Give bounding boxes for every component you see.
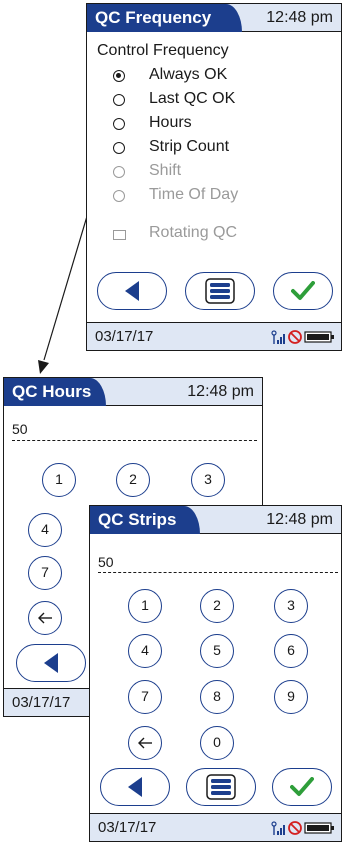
option-label: Strip Count [149, 138, 230, 155]
backspace-key[interactable] [128, 726, 162, 760]
wireless-signal-icon [271, 821, 285, 835]
backspace-arrow-icon [138, 737, 152, 749]
backspace-key[interactable] [28, 601, 62, 635]
key-1[interactable]: 1 [128, 589, 162, 623]
status-date: 03/17/17 [12, 694, 71, 711]
key-5[interactable]: 5 [200, 634, 234, 668]
header-bar: QC Hours 12:48 pm [4, 378, 262, 406]
checkbox-disabled-icon [113, 230, 126, 240]
checkmark-icon [291, 281, 315, 300]
checkbox-label: Rotating QC [149, 224, 238, 241]
status-date: 03/17/17 [95, 328, 154, 345]
input-underline [98, 572, 338, 573]
battery-icon [304, 331, 334, 343]
wireless-signal-icon [271, 330, 285, 344]
key-2[interactable]: 2 [200, 589, 234, 623]
key-2[interactable]: 2 [116, 463, 150, 497]
option-label: Shift [149, 162, 182, 179]
input-underline [12, 440, 257, 441]
status-bar: 03/17/17 [87, 322, 341, 350]
radio-icon [113, 94, 125, 106]
radio-icon [113, 142, 125, 154]
key-6[interactable]: 6 [274, 634, 308, 668]
menu-list-icon [206, 774, 236, 800]
header-bar: QC Frequency 12:48 pm [87, 4, 341, 32]
key-4[interactable]: 4 [28, 513, 62, 547]
screen-title: QC Frequency [87, 4, 242, 32]
clock-time: 12:48 pm [187, 383, 254, 400]
key-9[interactable]: 9 [274, 680, 308, 714]
menu-button[interactable] [185, 272, 255, 310]
option-label: Time Of Day [149, 186, 239, 203]
radio-selected-icon [113, 70, 125, 82]
key-3[interactable]: 3 [191, 463, 225, 497]
status-icons [271, 330, 334, 344]
hours-value-field[interactable]: 50 [12, 421, 28, 437]
no-connection-icon [288, 821, 302, 835]
section-label: Control Frequency [97, 42, 229, 59]
battery-icon [304, 822, 334, 834]
key-0[interactable]: 0 [200, 726, 234, 760]
screen-title: QC Strips [90, 506, 200, 534]
key-4[interactable]: 4 [128, 634, 162, 668]
back-arrow-icon [125, 281, 139, 301]
back-button[interactable] [16, 644, 86, 682]
qc-frequency-screen: QC Frequency 12:48 pm Control Frequency … [86, 3, 342, 351]
status-icons [271, 821, 334, 835]
confirm-button[interactable] [272, 768, 332, 806]
confirm-button[interactable] [273, 272, 333, 310]
menu-list-icon [205, 278, 235, 304]
screen-title: QC Hours [4, 378, 106, 406]
option-label: Last QC OK [149, 90, 236, 107]
back-arrow-icon [128, 777, 142, 797]
radio-disabled-icon [113, 190, 125, 202]
key-8[interactable]: 8 [200, 680, 234, 714]
qc-strips-screen: QC Strips 12:48 pm 50 1 2 3 4 5 6 7 8 9 … [89, 505, 342, 842]
clock-time: 12:48 pm [266, 9, 333, 26]
key-3[interactable]: 3 [274, 589, 308, 623]
status-bar: 03/17/17 [90, 813, 341, 841]
checkmark-icon [290, 777, 314, 796]
back-arrow-icon [44, 653, 58, 673]
key-7[interactable]: 7 [128, 680, 162, 714]
back-button[interactable] [97, 272, 167, 310]
strips-value-field[interactable]: 50 [98, 554, 114, 570]
backspace-arrow-icon [38, 612, 52, 624]
header-bar: QC Strips 12:48 pm [90, 506, 341, 534]
no-connection-icon [288, 330, 302, 344]
option-label: Hours [149, 114, 192, 131]
radio-icon [113, 118, 125, 130]
status-date: 03/17/17 [98, 819, 157, 836]
radio-disabled-icon [113, 166, 125, 178]
clock-time: 12:48 pm [266, 511, 333, 528]
key-7[interactable]: 7 [28, 556, 62, 590]
back-button[interactable] [100, 768, 170, 806]
key-1[interactable]: 1 [42, 463, 76, 497]
menu-button[interactable] [186, 768, 256, 806]
option-label: Always OK [149, 66, 228, 83]
